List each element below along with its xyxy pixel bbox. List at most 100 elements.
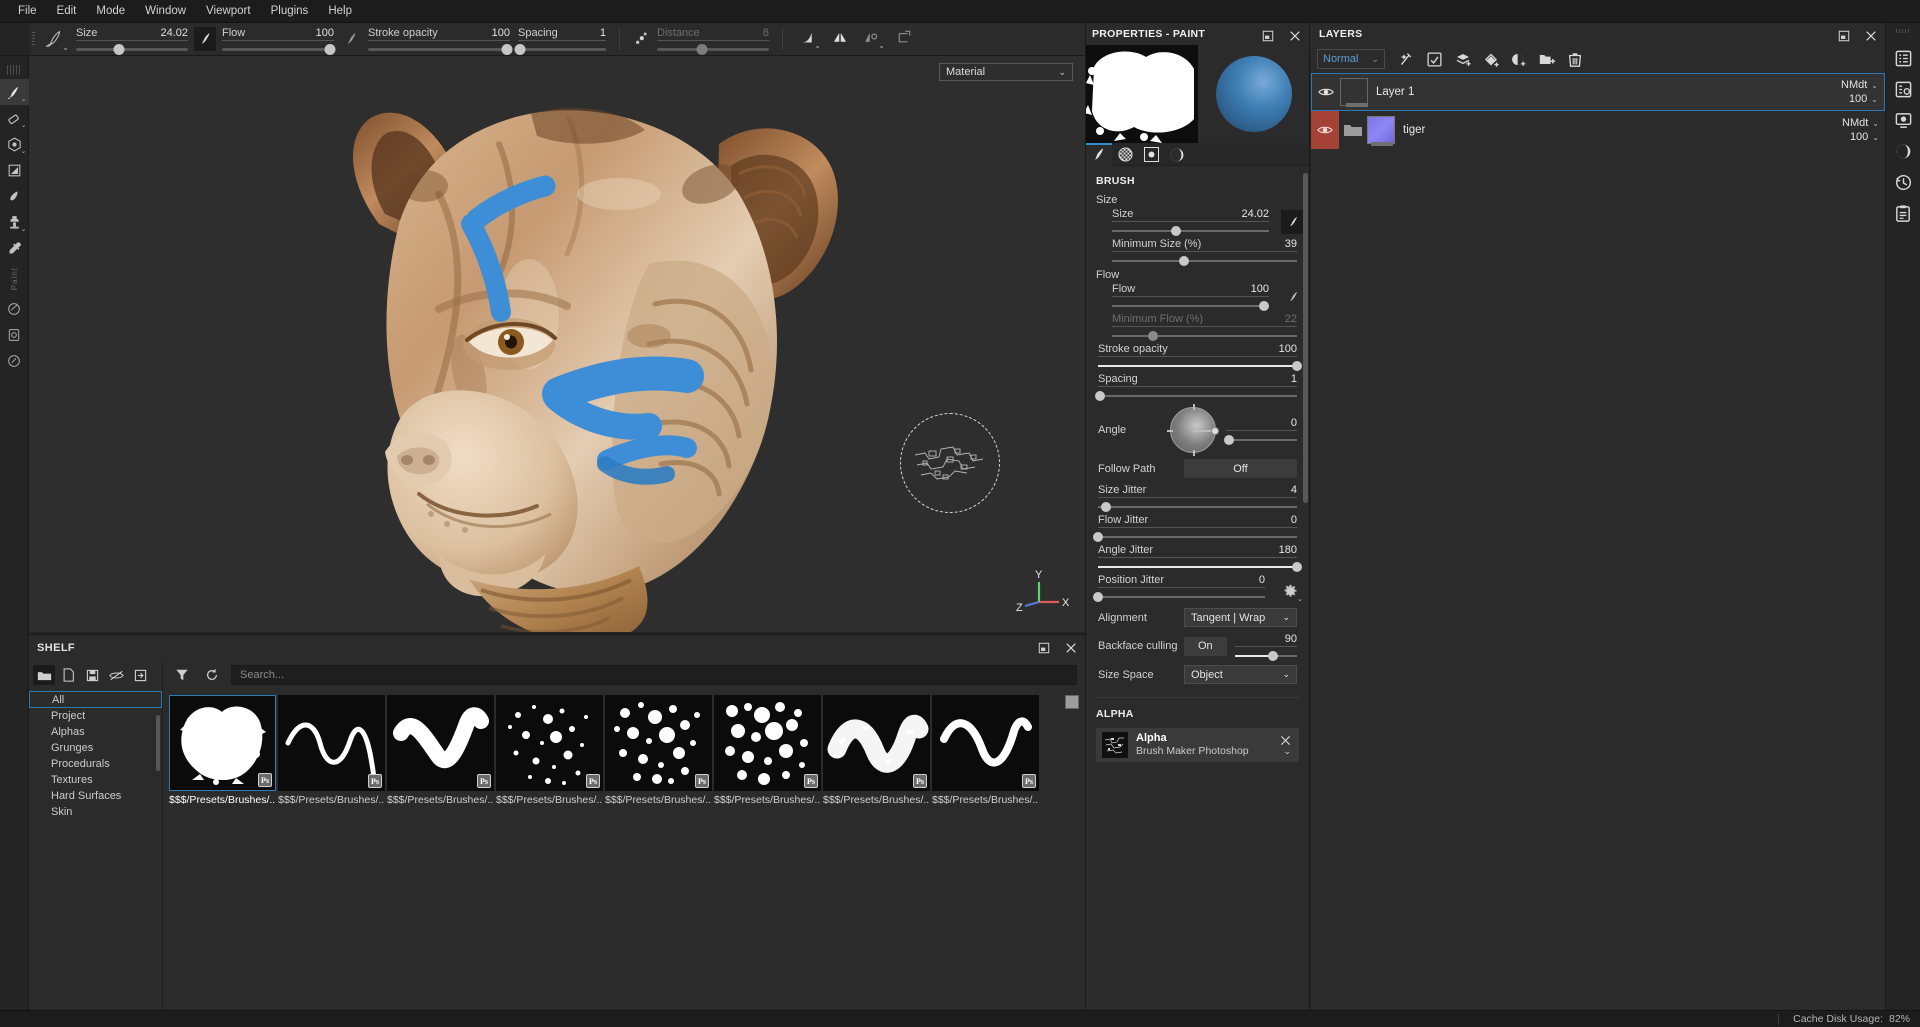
chevron-down-icon[interactable]: ⌄	[62, 44, 69, 52]
import-icon[interactable]	[129, 665, 151, 685]
smart-material-icon[interactable]	[0, 348, 29, 374]
toolbar-param-stroke-opacity[interactable]: Stroke opacity 100	[364, 23, 514, 56]
prop-position-jitter[interactable]: Position Jitter 0	[1086, 572, 1277, 602]
add-paint-layer-icon[interactable]	[1450, 48, 1475, 70]
reset-icon[interactable]	[201, 665, 223, 685]
close-icon[interactable]	[1864, 30, 1877, 43]
menu-item-window[interactable]: Window	[135, 2, 196, 20]
shelf-category-procedurals[interactable]: Procedurals	[29, 756, 162, 772]
symmetry-mirror-icon[interactable]	[824, 24, 856, 54]
chevron-down-icon[interactable]: ⌄	[1871, 81, 1878, 90]
prop-position-jitter-slider[interactable]	[1098, 596, 1265, 598]
save-icon[interactable]	[81, 665, 103, 685]
texture-set-list-icon[interactable]	[1886, 43, 1920, 74]
toolbar-drag-grip[interactable]	[30, 23, 38, 55]
layer-opacity-control[interactable]: 100 ⌄	[1850, 131, 1879, 143]
material-state-icon[interactable]	[0, 296, 29, 322]
tab-material-dot[interactable]	[1138, 143, 1164, 166]
prop-spacing[interactable]: Spacing 1	[1086, 371, 1309, 401]
shelf-item[interactable]: Ps $$$/Presets/Brushes/...	[932, 695, 1039, 806]
shelf-category-grunges[interactable]: Grunges	[29, 740, 162, 756]
shelf-item[interactable]: Ps $$$/Presets/Brushes/...	[605, 695, 712, 806]
shelf-category-textures[interactable]: Textures	[29, 772, 162, 788]
close-icon[interactable]	[1288, 30, 1301, 43]
layer-blending-control[interactable]: NMdt ⌄	[1842, 117, 1879, 129]
alpha-resource-card[interactable]: Alpha Brush Maker Photoshop ⌄	[1096, 728, 1299, 762]
log-icon[interactable]	[1886, 198, 1920, 229]
polygon-fill-tool[interactable]	[0, 157, 29, 183]
menu-item-file[interactable]: File	[8, 2, 47, 20]
brush-preset-icon[interactable]: ⌄	[38, 23, 72, 56]
tab-shading[interactable]	[1164, 143, 1190, 166]
add-levels-icon[interactable]	[1422, 48, 1447, 70]
chevron-down-icon[interactable]: ⌄	[21, 121, 27, 129]
toolbar-param-spacing[interactable]: Spacing 1	[514, 23, 610, 56]
shelf-category-project[interactable]: Project	[29, 708, 162, 724]
toolbar-param-size[interactable]: Size 24.02	[72, 23, 192, 56]
menu-item-mode[interactable]: Mode	[86, 2, 135, 20]
shelf-category-alphas[interactable]: Alphas	[29, 724, 162, 740]
toolbar-drag-grip[interactable]	[7, 65, 21, 75]
chevron-down-icon[interactable]: ⌄	[1282, 669, 1290, 680]
prop-size[interactable]: Size 24.02	[1086, 206, 1281, 236]
shelf-category-skin[interactable]: Skin	[29, 804, 162, 820]
clone-stamp-tool[interactable]: ⌄	[0, 209, 29, 235]
menu-item-help[interactable]: Help	[318, 2, 362, 20]
add-folder-icon[interactable]	[1534, 48, 1559, 70]
flow-pressure-toggle[interactable]	[1281, 285, 1305, 309]
prop-size-jitter[interactable]: Size Jitter 4	[1086, 482, 1309, 512]
chevron-down-icon[interactable]: ⌄	[878, 42, 885, 50]
chevron-down-icon[interactable]: ⌄	[814, 42, 821, 50]
prop-stroke-opacity-slider[interactable]	[1098, 365, 1297, 367]
prop-angle-jitter-slider[interactable]	[1098, 566, 1297, 568]
alpha-preview-thumbnail[interactable]	[1086, 45, 1198, 143]
prop-flow[interactable]: Flow 100	[1086, 281, 1281, 311]
layer-blending-control[interactable]: NMdt ⌄	[1841, 79, 1878, 91]
material-channel-select[interactable]: Material ⌄	[939, 63, 1073, 81]
toolbar-param-distance-slider[interactable]	[657, 48, 769, 51]
chevron-down-icon[interactable]: ⌄	[21, 95, 27, 103]
prop-backface-culling-slider[interactable]	[1235, 655, 1297, 657]
size-pressure-toggle[interactable]	[1281, 210, 1305, 234]
prop-minimum-size[interactable]: Minimum Size (%) 39	[1086, 236, 1309, 266]
prop-size-space-select[interactable]: Object ⌄	[1184, 665, 1297, 684]
chevron-down-icon[interactable]: ⌄	[1371, 54, 1379, 65]
texture-set-settings-icon[interactable]	[1886, 74, 1920, 105]
shelf-category-scrollbar[interactable]	[156, 715, 160, 771]
chevron-down-icon[interactable]: ⌄	[1058, 67, 1066, 78]
size-pressure-toggle[interactable]	[194, 27, 216, 51]
prop-alignment-select[interactable]: Tangent | Wrap ⌄	[1184, 608, 1297, 627]
chevron-down-icon[interactable]: ⌄	[1297, 595, 1303, 603]
shelf-search-input[interactable]: Search...	[231, 665, 1077, 685]
menu-item-edit[interactable]: Edit	[47, 2, 87, 20]
filter-funnel-icon[interactable]	[171, 665, 193, 685]
prop-flow-jitter[interactable]: Flow Jitter 0	[1086, 512, 1309, 542]
layer-thumbnail[interactable]	[1367, 116, 1395, 144]
toolbar-param-stroke-opacity-slider[interactable]	[368, 48, 510, 51]
rail-drag-grip[interactable]	[1896, 29, 1910, 33]
shelf-item[interactable]: Ps $$$/Presets/Brushes/...	[496, 695, 603, 806]
prop-size-slider[interactable]	[1112, 230, 1269, 232]
layer-opacity-control[interactable]: 100 ⌄	[1849, 93, 1878, 105]
alpha-remove-icon[interactable]	[1280, 735, 1291, 746]
eraser-tool[interactable]: ⌄	[0, 105, 29, 131]
shelf-category-hard-surfaces[interactable]: Hard Surfaces	[29, 788, 162, 804]
menu-item-plugins[interactable]: Plugins	[261, 2, 319, 20]
material-preview-sphere[interactable]	[1198, 45, 1309, 143]
shelf-item[interactable]: Ps $$$/Presets/Brushes/...	[387, 695, 494, 806]
prop-alignment[interactable]: Alignment Tangent | Wrap ⌄	[1086, 604, 1309, 631]
add-mask-icon[interactable]	[1506, 48, 1531, 70]
add-effect-icon[interactable]	[1394, 48, 1419, 70]
paint-brush-tool[interactable]: ⌄	[0, 79, 29, 105]
shelf-item[interactable]: Ps $$$/Presets/Brushes/...	[823, 695, 930, 806]
chevron-down-icon[interactable]: ⌄	[1872, 119, 1879, 128]
prop-backface-culling-toggle[interactable]: On	[1184, 637, 1227, 656]
menu-item-viewport[interactable]: Viewport	[196, 2, 261, 20]
undock-icon[interactable]	[1261, 30, 1274, 43]
toolbar-param-flow[interactable]: Flow 100	[218, 23, 338, 56]
new-file-icon[interactable]	[57, 665, 79, 685]
projection-tool[interactable]: ⌄	[0, 131, 29, 157]
smudge-tool[interactable]	[0, 183, 29, 209]
prop-flow-slider[interactable]	[1112, 305, 1269, 307]
angle-dial[interactable]	[1170, 407, 1216, 453]
